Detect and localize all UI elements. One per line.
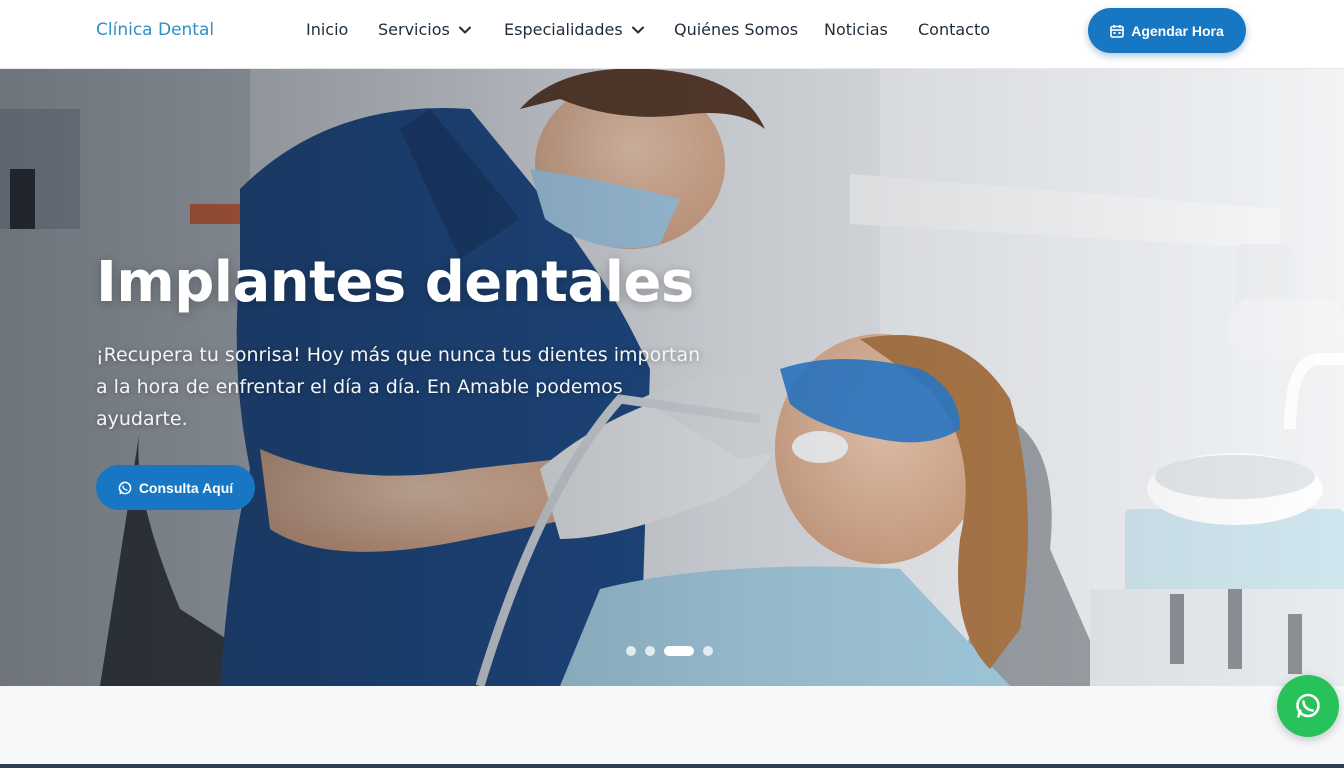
calendar-icon bbox=[1110, 24, 1125, 38]
chevron-down-icon bbox=[458, 26, 471, 33]
next-section bbox=[0, 686, 1344, 768]
slider-dot-3-active[interactable] bbox=[664, 646, 694, 656]
slider-dot-4[interactable] bbox=[703, 646, 713, 656]
nav-quienes-somos[interactable]: Quiénes Somos bbox=[674, 20, 798, 39]
nav-noticias[interactable]: Noticias bbox=[824, 20, 888, 39]
nav-quienes-somos-label: Quiénes Somos bbox=[674, 20, 799, 39]
nav-servicios[interactable]: Servicios bbox=[378, 20, 472, 39]
nav-especialidades-label: Especialidades bbox=[504, 20, 623, 39]
whatsapp-icon bbox=[1296, 693, 1320, 718]
nav-contacto[interactable]: Contacto bbox=[918, 20, 990, 39]
consulta-aqui-button[interactable]: Consulta Aquí bbox=[96, 465, 255, 510]
site-logo[interactable]: Clínica Dental bbox=[96, 20, 214, 40]
nav-inicio[interactable]: Inicio bbox=[306, 20, 348, 39]
agendar-hora-button[interactable]: Agendar Hora bbox=[1088, 8, 1246, 53]
whatsapp-icon bbox=[118, 481, 132, 494]
nav-especialidades[interactable]: Especialidades bbox=[504, 20, 645, 39]
hero-description: ¡Recupera tu sonrisa! Hoy más que nunca … bbox=[96, 344, 701, 430]
section-divider bbox=[0, 764, 1344, 768]
slider-pagination bbox=[626, 646, 713, 656]
nav-contacto-label: Contacto bbox=[918, 20, 991, 39]
nav-inicio-label: Inicio bbox=[306, 20, 349, 39]
site-header: Clínica Dental Inicio Servicios Especial… bbox=[0, 0, 1344, 69]
nav-servicios-label: Servicios bbox=[378, 20, 450, 39]
slider-dot-2[interactable] bbox=[645, 646, 655, 656]
whatsapp-floating-button[interactable] bbox=[1277, 675, 1339, 737]
consulta-aqui-label: Consulta Aquí bbox=[138, 479, 234, 496]
nav-noticias-label: Noticias bbox=[824, 20, 888, 39]
agendar-hora-label: Agendar Hora bbox=[1131, 22, 1224, 39]
slider-dot-1[interactable] bbox=[626, 646, 636, 656]
hero-title: Implantes dentales bbox=[96, 250, 694, 315]
hero-slider: Implantes dentales ¡Recupera tu sonrisa!… bbox=[0, 69, 1344, 686]
chevron-down-icon bbox=[631, 26, 644, 33]
